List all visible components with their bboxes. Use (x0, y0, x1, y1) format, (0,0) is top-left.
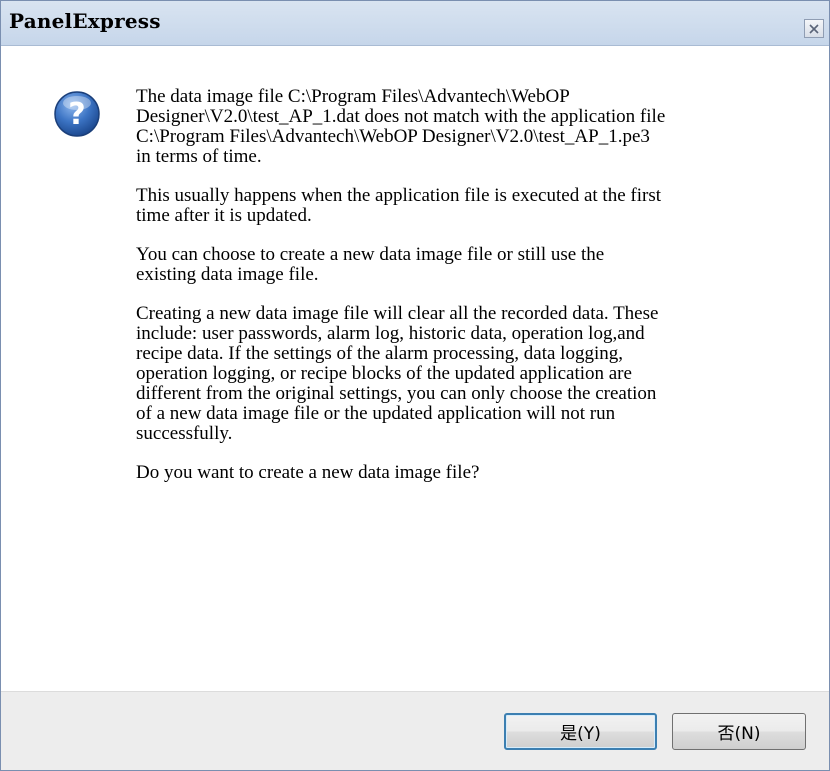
question-glyph: ? (68, 97, 85, 132)
button-bar: 是(Y) 否(N) (1, 691, 829, 770)
message-paragraph-5: Do you want to create a new data image f… (136, 462, 480, 483)
close-icon (808, 23, 820, 35)
dialog-content: ? The data image file C:\Program Files\A… (1, 46, 829, 691)
no-button[interactable]: 否(N) (672, 713, 806, 750)
window-title: PanelExpress (9, 9, 161, 33)
message-paragraph-4: Creating a new data image file will clea… (136, 303, 659, 444)
title-bar[interactable]: PanelExpress (1, 1, 829, 46)
yes-button[interactable]: 是(Y) (504, 713, 657, 750)
message-paragraph-1: The data image file C:\Program Files\Adv… (136, 86, 666, 167)
question-icon: ? (53, 90, 101, 138)
message-paragraph-3: You can choose to create a new data imag… (136, 244, 605, 285)
message-dialog: PanelExpress ? The data image file C:\Pr… (0, 0, 830, 771)
message-text: The data image file C:\Program Files\Adv… (136, 87, 786, 502)
close-button[interactable] (804, 19, 824, 38)
message-paragraph-2: This usually happens when the applicatio… (136, 185, 661, 226)
